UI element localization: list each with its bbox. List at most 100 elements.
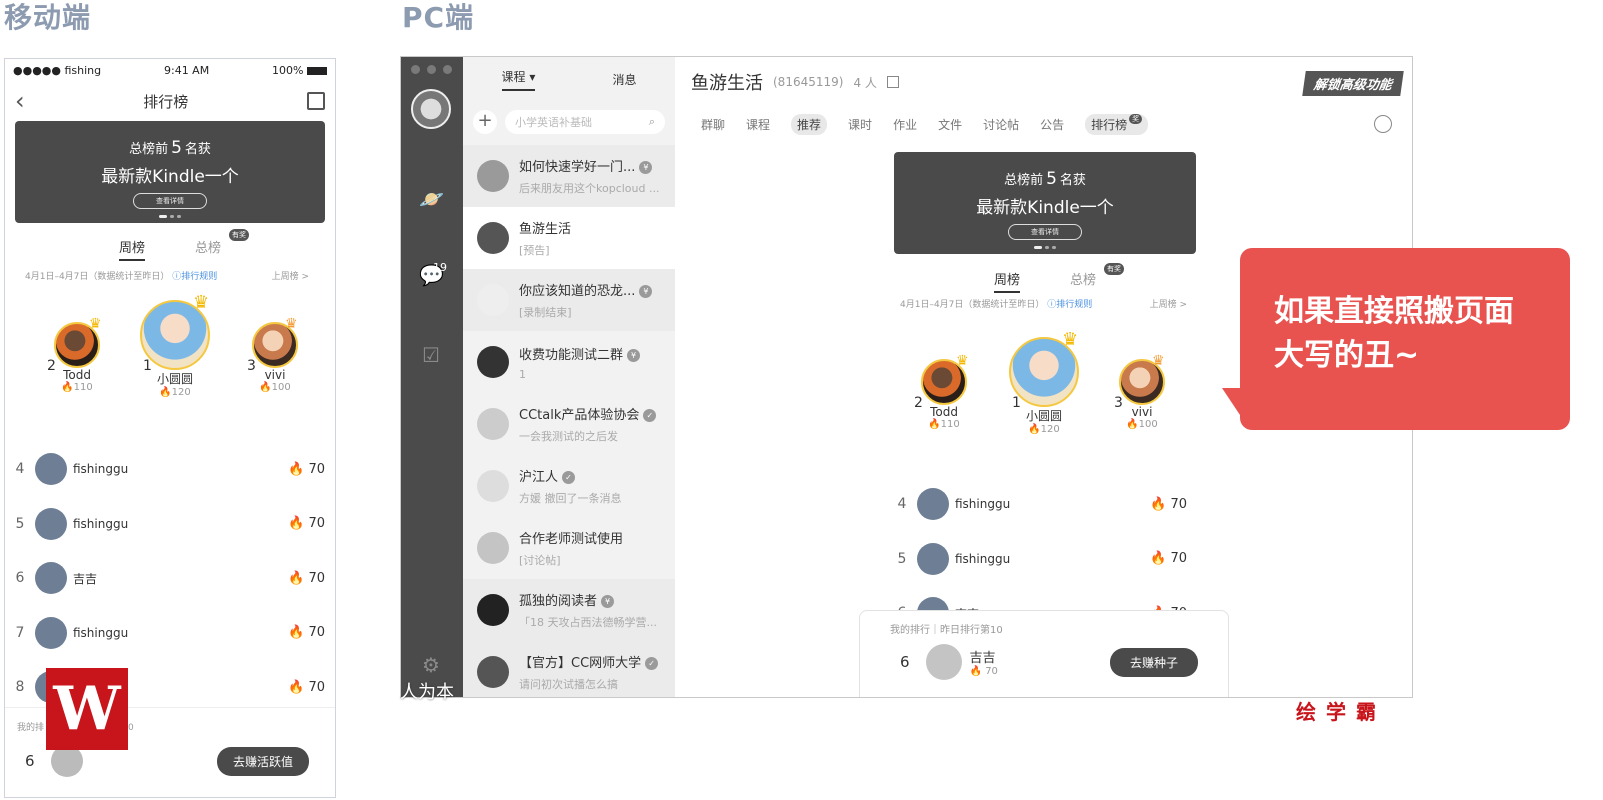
earn-seeds-button[interactable]: 去赚种子	[1109, 647, 1198, 677]
tab-files[interactable]: 文件	[938, 116, 962, 133]
avatar	[477, 470, 509, 502]
avatar	[477, 346, 509, 378]
settings-icon[interactable]	[1374, 115, 1392, 133]
podium-third[interactable]: ♛ 3 vivi 🔥100	[1112, 353, 1172, 430]
list-item[interactable]: 5 fishinggu 🔥 70	[887, 532, 1197, 587]
list-item[interactable]: 【官方】CC网师大学 ✓ 请问初次试播怎么搞	[463, 641, 675, 697]
planet-icon[interactable]: 🪐	[419, 187, 444, 211]
carousel-dots	[15, 215, 325, 218]
reward-tag: 奖	[1129, 113, 1143, 124]
list-item[interactable]: 5 fishinggu 🔥 70	[5, 497, 335, 552]
crown-icon: ♛	[956, 353, 969, 369]
prev-week-link[interactable]: 上周榜 >	[272, 269, 309, 282]
clock: 9:41 AM	[163, 63, 210, 77]
list-item[interactable]: CCtalk产品体验协会 ✓ 一会我测试的之后发	[463, 393, 675, 455]
watermark-logo: W	[46, 668, 128, 750]
crown-icon: ♛	[89, 316, 102, 332]
crown-icon: ♛	[1062, 329, 1079, 350]
fire-icon: 🔥	[61, 382, 74, 393]
date-row: 4月1日–4月7日（数据统计至昨日） ⓘ排行规则 上周榜 >	[900, 297, 1187, 310]
view-details-button[interactable]: 查看详情	[133, 193, 207, 209]
tab-group-chat[interactable]: 群聊	[701, 116, 725, 133]
verified-badge-icon: ✓	[643, 409, 657, 422]
tab-total[interactable]: 总榜	[195, 237, 221, 261]
tab-announcement[interactable]: 公告	[1040, 116, 1064, 133]
list-item[interactable]: 4 fishinggu 🔥 70	[887, 477, 1197, 532]
podium-second[interactable]: ♛ 2 Todd 🔥110	[47, 316, 107, 393]
tab-homework[interactable]: 作业	[893, 116, 917, 133]
back-icon[interactable]: ‹	[15, 87, 25, 115]
avatar	[35, 453, 67, 486]
podium-third[interactable]: ♛ 3 vivi 🔥100	[245, 316, 305, 393]
date-row: 4月1日–4月7日（数据统计至昨日） ⓘ排行规则 上周榜 >	[25, 269, 309, 282]
icon-rail: 🪐 💬 19 ☑ ⚙	[401, 57, 463, 697]
pc-section-title: PC端	[402, 1, 475, 34]
tab-messages[interactable]: 消息	[612, 71, 636, 88]
carrier-label: ●●●●● fishing	[13, 63, 102, 77]
list-item[interactable]: 7 fishinggu 🔥 70	[5, 606, 335, 661]
podium-second[interactable]: ♛ 2 Todd 🔥110	[914, 353, 974, 430]
list-item[interactable]: 收费功能测试二群 ¥1	[463, 331, 675, 393]
paid-badge-icon: ¥	[639, 161, 653, 174]
user-avatar[interactable]	[411, 89, 451, 129]
external-link-icon[interactable]	[886, 76, 899, 88]
unlock-premium-badge[interactable]: 解锁高级功能	[1302, 71, 1404, 96]
podium-first[interactable]: ♛ 1 小圆圆 🔥120	[1004, 329, 1084, 435]
list-item[interactable]: 合作老师测试使用 [讨论帖]	[463, 517, 675, 579]
tab-week[interactable]: 周榜	[118, 237, 145, 261]
tab-discussion[interactable]: 讨论帖	[983, 116, 1019, 133]
tab-week[interactable]: 周榜	[993, 269, 1020, 293]
panel-tabs: 课程 ▾ 消息	[463, 57, 675, 101]
podium-first[interactable]: ♛ 1 小圆圆 🔥120	[135, 292, 215, 398]
group-title: 鱼游生活	[691, 73, 763, 94]
list-item[interactable]: 沪江人 ✓ 方媛 撤回了一条消息	[463, 455, 675, 517]
tab-leaderboard[interactable]: 排行榜奖	[1085, 113, 1149, 135]
share-icon[interactable]	[307, 92, 325, 110]
carousel-dots	[894, 246, 1196, 249]
date-range: 4月1日–4月7日（数据统计至昨日）	[900, 300, 1045, 310]
avatar	[477, 532, 509, 564]
view-details-button[interactable]: 查看详情	[1008, 224, 1082, 240]
calendar-check-icon[interactable]: ☑	[419, 343, 443, 367]
earn-activity-button[interactable]: 去赚活跃值	[216, 746, 309, 776]
search-input[interactable]: 小学英语补基础 ⌕	[505, 110, 665, 134]
fire-icon: 🔥	[969, 666, 982, 677]
tab-total[interactable]: 总榜	[1070, 269, 1096, 293]
banner-prize: 最新款Kindle一个	[976, 198, 1114, 218]
my-rank-name: 吉吉	[969, 651, 996, 666]
podium: ♛ 2 Todd 🔥110 ♛ 1 小圆圆 🔥120 ♛ 3 vivi 🔥100	[5, 282, 335, 442]
tab-course[interactable]: 课程	[746, 116, 770, 133]
award-tag: 有奖	[1104, 263, 1124, 275]
rank-list: 4fishinggu🔥 70 5fishinggu🔥 70 6吉吉🔥 70	[887, 477, 1197, 627]
paid-badge-icon: ¥	[639, 285, 653, 298]
prev-week-link[interactable]: 上周榜 >	[1150, 297, 1187, 310]
tab-recommend[interactable]: 推荐	[791, 113, 828, 135]
fire-icon: 🔥	[1028, 424, 1041, 435]
add-button[interactable]: +	[473, 110, 497, 134]
window-controls[interactable]	[401, 57, 463, 82]
rules-link[interactable]: ⓘ排行规则	[172, 272, 217, 282]
member-count[interactable]: 4 人	[853, 74, 876, 91]
unread-badge: 19	[433, 261, 447, 274]
reward-banner[interactable]: 总榜前 5 名获 最新款Kindle一个 查看详情	[894, 152, 1196, 254]
banner-prize: 最新款Kindle一个	[101, 167, 239, 187]
list-item[interactable]: 6吉吉🔥 70	[5, 551, 335, 606]
conversation-panel: 课程 ▾ 消息 + 小学英语补基础 ⌕ 如何快速学好一门... ¥ 后来朋友用这个ko…	[463, 57, 675, 697]
fire-icon: 🔥	[928, 419, 941, 430]
settings-icon[interactable]: ⚙	[419, 653, 443, 677]
tab-course[interactable]: 课程 ▾	[501, 68, 536, 91]
tab-lessons[interactable]: 课时	[848, 116, 872, 133]
avatar	[917, 488, 949, 521]
list-item[interactable]: 如何快速学好一门... ¥ 后来朋友用这个kopcloud ...	[463, 145, 675, 207]
fire-icon: 🔥	[288, 625, 305, 641]
list-item[interactable]: 4 fishinggu 🔥 70	[5, 442, 335, 497]
list-item[interactable]: 鱼游生活 [预告]	[463, 207, 675, 269]
group-id: (81645119)	[773, 75, 844, 89]
reward-banner[interactable]: 总榜前 5 名获 最新款Kindle一个 查看详情	[15, 121, 325, 223]
avatar	[35, 616, 67, 649]
watermark-brand: 绘学霸	[1296, 700, 1386, 724]
rules-link[interactable]: ⓘ排行规则	[1047, 300, 1092, 310]
list-item[interactable]: 你应该知道的恐龙... ¥ [录制结束]	[463, 269, 675, 331]
status-bar: ●●●●● fishing 9:41 AM 100%	[5, 59, 335, 81]
list-item[interactable]: 孤独的阅读者 ¥ 「18 天攻占西法德畅学营...	[463, 579, 675, 641]
